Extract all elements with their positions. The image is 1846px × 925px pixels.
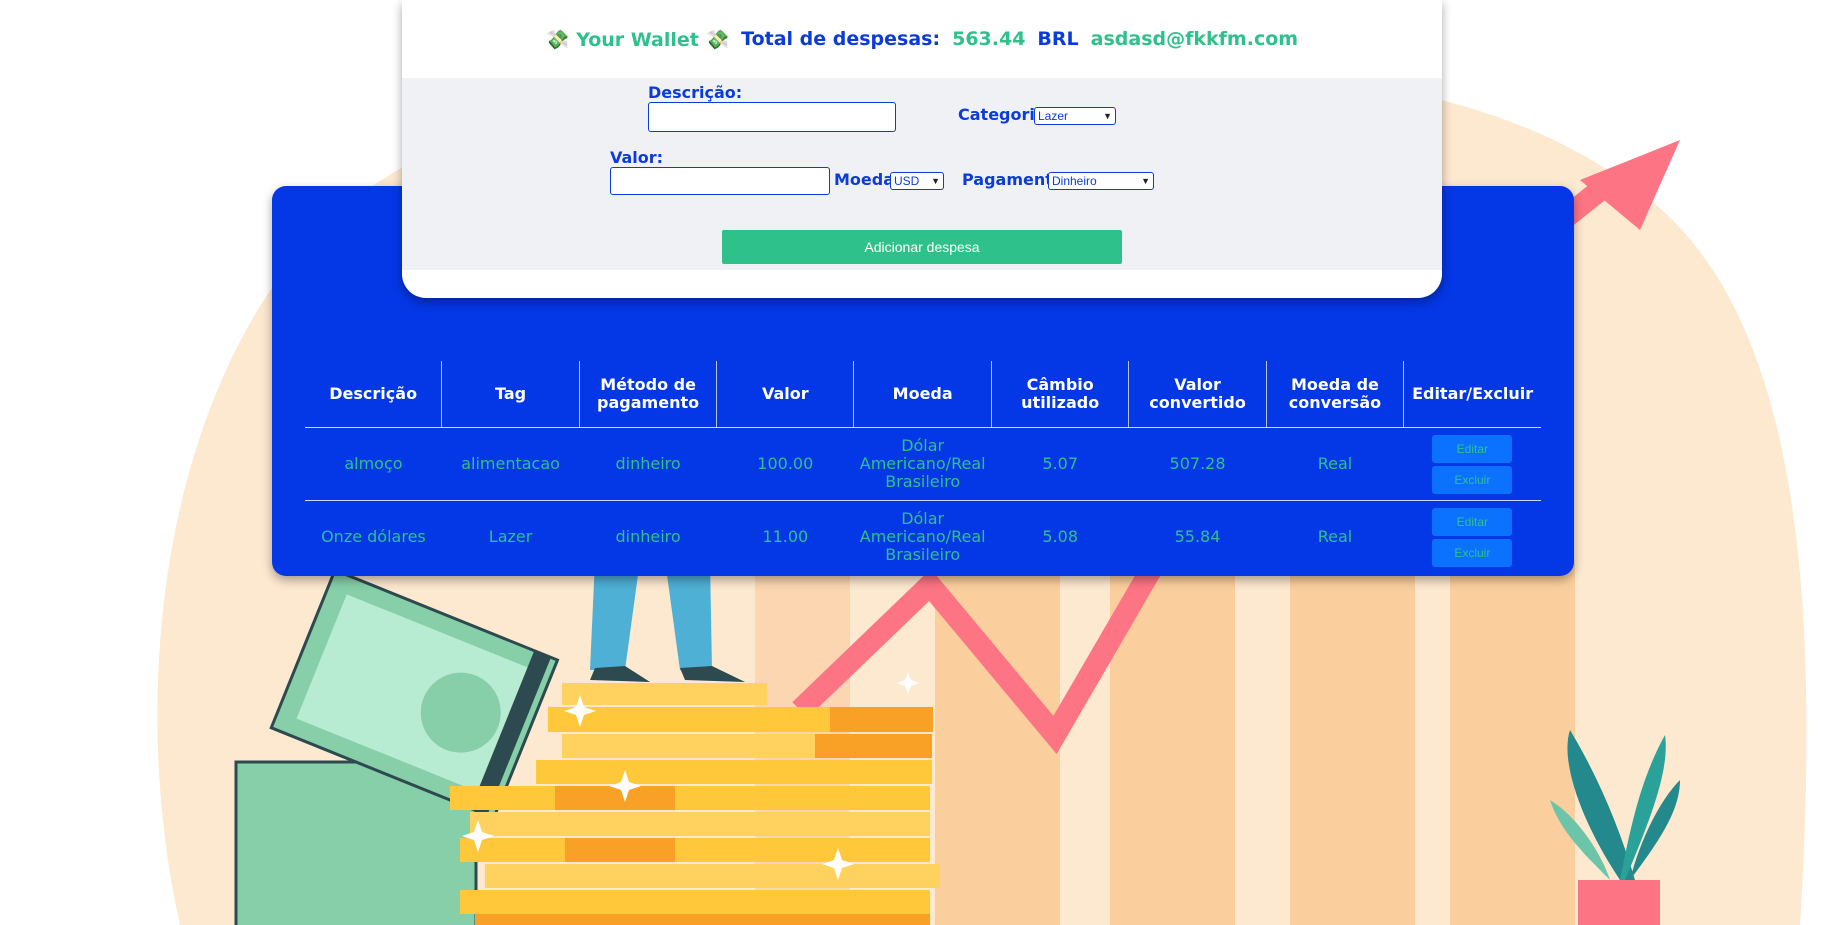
total-value: 563.44 [952,28,1026,50]
value-label: Valor: [610,148,664,167]
bar-shape [1290,560,1415,925]
col-header-valor: Valor [716,361,855,428]
payment-selected: Dinheiro [1052,174,1097,188]
category-selected: Lazer [1038,109,1069,123]
currency-select[interactable]: USD ▼ [890,172,944,190]
col-header-acoes: Editar/Excluir [1403,361,1541,428]
chevron-down-icon: ▼ [1103,111,1112,121]
cell-acoes: Editar Excluir [1403,427,1541,501]
cell-tag: alimentacao [441,427,580,501]
total-label: Total de despesas: [741,28,941,50]
category-select[interactable]: Lazer ▼ [1034,107,1116,125]
add-expense-button[interactable]: Adicionar despesa [722,230,1122,264]
chevron-down-icon: ▼ [931,176,940,186]
wallet-title: 💸 Your Wallet 💸 [545,28,730,51]
edit-button[interactable]: Editar [1432,507,1513,536]
col-header-tag: Tag [441,361,580,428]
delete-button[interactable]: Excluir [1432,465,1513,494]
cell-descricao: almoço [305,427,442,501]
cell-moeda: Dólar Americano/Real Brasileiro [853,427,992,501]
cell-metodo: dinheiro [579,427,717,501]
edit-button[interactable]: Editar [1432,434,1513,463]
col-header-convertido: Valor convertido [1128,361,1267,428]
cell-acoes: Editar Excluir [1404,501,1541,574]
cell-cambio: 5.07 [991,427,1129,501]
cell-conversao: Real [1317,527,1353,546]
cell-valor: 11.00 [762,527,809,546]
col-header-descricao: Descrição [305,361,443,428]
value-input[interactable] [610,167,830,195]
delete-button[interactable]: Excluir [1432,538,1513,567]
col-header-moeda: Moeda [853,361,993,428]
description-input[interactable] [648,102,896,132]
col-header-conversao: Moeda de conversão [1266,361,1405,428]
user-email: asdasd@fkkfm.com [1090,28,1299,50]
wallet-form-card: 💸 Your Wallet 💸 Total de despesas: 563.4… [402,0,1442,298]
cell-descricao: Onze dólares [321,527,426,546]
chevron-down-icon: ▼ [1141,176,1150,186]
description-label: Descrição: [648,83,743,102]
cell-convertido: 507.28 [1128,427,1267,501]
cell-moeda: Dólar Americano/Real Brasileiro [859,509,986,564]
table-row: Onze dólares Lazer dinheiro 11.00 Dólar … [305,501,1541,574]
payment-select[interactable]: Dinheiro ▼ [1048,172,1154,190]
table-row: almoço alimentacao dinheiro 100.00 Dólar… [305,427,1541,501]
cell-cambio: 5.08 [1042,527,1078,546]
cell-valor: 100.00 [716,427,854,501]
currency-label: BRL [1037,28,1079,50]
col-header-metodo: Método de pagamento [579,361,718,428]
cell-conversao: Real [1266,427,1404,501]
table-header-row: Descrição Tag Método de pagamento Valor … [305,361,1541,428]
cell-metodo: dinheiro [615,527,681,546]
cell-convertido: 55.84 [1174,527,1221,546]
expense-form: Descrição: Categoria: Lazer ▼ Valor: Moe… [402,78,1442,270]
expenses-table: Descrição Tag Método de pagamento Valor … [305,361,1541,573]
bar-shape [1450,560,1575,925]
cell-tag: Lazer [488,527,533,546]
currency-selected: USD [894,174,920,188]
col-header-cambio: Câmbio utilizado [991,361,1130,428]
wallet-header: 💸 Your Wallet 💸 Total de despesas: 563.4… [402,0,1442,78]
